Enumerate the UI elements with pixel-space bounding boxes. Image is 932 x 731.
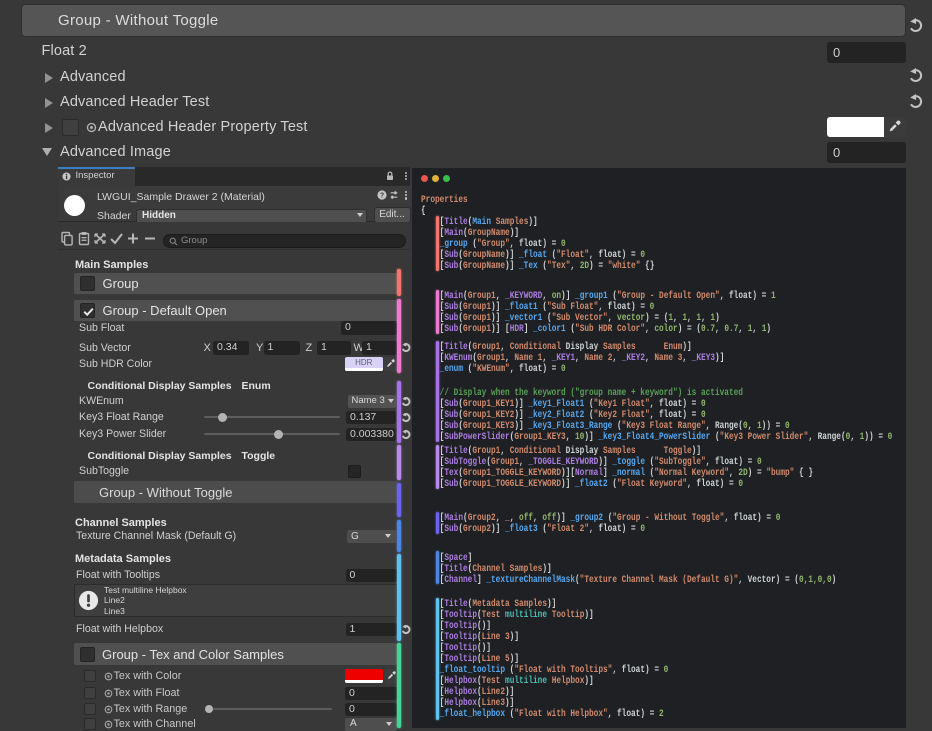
svg-text:?: ? — [379, 191, 383, 199]
